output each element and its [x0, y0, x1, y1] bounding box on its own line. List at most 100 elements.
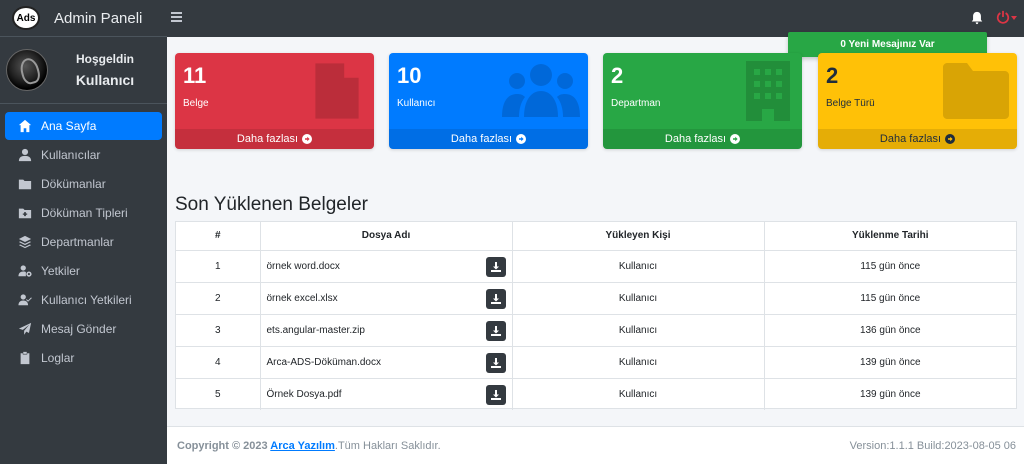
row-number: 3: [176, 314, 261, 347]
table-row: 1 örnek word.docx Kullanıcı 115 gün önce: [176, 250, 1016, 283]
home-icon: [17, 119, 33, 133]
download-icon: [490, 357, 501, 368]
sidebar-item-label: Dökümanlar: [41, 177, 106, 191]
folder-plus-icon: [17, 206, 33, 220]
brand-link[interactable]: Ads Admin Paneli: [0, 0, 167, 37]
file-name: ets.angular-master.zip: [266, 324, 365, 336]
upload-date: 115 gün önce: [764, 282, 1016, 315]
sidebar-item-kullanicilar[interactable]: Kullanıcılar: [5, 141, 162, 169]
file-name-cell: örnek excel.xlsx: [260, 282, 513, 315]
file-name: Arca-ADS-Döküman.docx: [266, 356, 381, 368]
file-name: örnek excel.xlsx: [266, 292, 338, 304]
download-icon: [490, 261, 501, 272]
sidebar-item-loglar[interactable]: Loglar: [5, 344, 162, 372]
sidebar-item-label: Yetkiler: [41, 264, 80, 278]
download-button[interactable]: [485, 384, 506, 405]
upload-date: 136 gün önce: [764, 314, 1016, 347]
row-number: 4: [176, 346, 261, 379]
sidebar-nav: Ana Sayfa Kullanıcılar Dökümanlar Döküma…: [0, 112, 167, 372]
company-link[interactable]: Arca Yazılım: [270, 440, 335, 452]
table-header-row: # Dosya Adı Yükleyen Kişi Yüklenme Tarih…: [176, 222, 1016, 251]
user-greeting: Hoşgeldin: [75, 52, 134, 66]
arrow-circle-right-icon: [730, 134, 741, 144]
copyright-prefix: Copyright © 2023: [177, 440, 271, 452]
file-name-cell: örnek word.docx: [260, 250, 513, 283]
stat-box-kullanici: 10 Kullanıcı Daha fazlası: [389, 53, 588, 149]
sidebar-item-yetkiler[interactable]: Yetkiler: [5, 257, 162, 285]
more-link[interactable]: Daha fazlası: [175, 129, 374, 149]
row-number: 5: [176, 378, 261, 410]
sidebar-item-departmanlar[interactable]: Departmanlar: [5, 228, 162, 256]
download-button[interactable]: [485, 288, 506, 309]
dropdown-caret-icon[interactable]: [1011, 16, 1017, 20]
sidebar: Ads Admin Paneli Hoşgeldin Kullanıcı Ana…: [0, 0, 167, 464]
upload-date: 115 gün önce: [764, 250, 1016, 283]
stat-label: Departman: [611, 98, 661, 109]
stat-box-belge-turu: 2 Belge Türü Daha fazlası: [818, 53, 1017, 149]
stat-value: 10: [397, 63, 422, 88]
sidebar-item-mesaj-gonder[interactable]: Mesaj Gönder: [5, 315, 162, 343]
file-name: Örnek Dosya.pdf: [266, 388, 342, 400]
more-link-label: Daha fazlası: [236, 133, 299, 145]
column-header-uploader[interactable]: Yükleyen Kişi: [512, 222, 765, 251]
more-link-label: Daha fazlası: [450, 133, 513, 145]
sidebar-item-label: Ana Sayfa: [41, 119, 97, 133]
stat-value: 11: [183, 63, 207, 88]
download-button[interactable]: [485, 352, 506, 373]
users-cog-icon: [17, 264, 33, 278]
rights-text: .Tüm Hakları Saklıdır.: [334, 440, 441, 452]
version-info: Version:1.1.1 Build:2023-08-05 06: [849, 440, 1016, 452]
file-icon: [312, 61, 362, 121]
sidebar-item-ana-sayfa[interactable]: Ana Sayfa: [5, 112, 162, 140]
file-name-cell: Örnek Dosya.pdf: [260, 378, 513, 410]
stat-label: Belge: [183, 98, 209, 109]
hamburger-menu-icon[interactable]: [171, 12, 182, 22]
sidebar-item-label: Departmanlar: [41, 235, 114, 249]
page-footer: Copyright © 2023 Arca Yazılım.Tüm Haklar…: [167, 426, 1024, 464]
users-icon: [502, 61, 580, 121]
layers-icon: [17, 235, 33, 249]
arrow-circle-right-icon: [516, 134, 527, 144]
power-icon[interactable]: [996, 10, 1010, 24]
download-icon: [490, 325, 501, 336]
stat-box-belge: 11 Belge Daha fazlası: [175, 53, 374, 149]
sidebar-item-kullanici-yetkileri[interactable]: Kullanıcı Yetkileri: [5, 286, 162, 314]
table-row: 3 ets.angular-master.zip Kullanıcı 136 g…: [176, 314, 1016, 347]
download-button[interactable]: [485, 256, 506, 277]
column-header-file-name[interactable]: Dosya Adı: [260, 222, 513, 251]
uploader: Kullanıcı: [512, 282, 765, 315]
stat-value: 2: [611, 63, 624, 88]
copyright: Copyright © 2023 Arca Yazılım.Tüm Haklar…: [177, 440, 441, 452]
table-row: 4 Arca-ADS-Döküman.docx Kullanıcı 139 gü…: [176, 346, 1016, 379]
recent-documents-table: # Dosya Adı Yükleyen Kişi Yüklenme Tarih…: [175, 221, 1017, 410]
section-title: Son Yüklenen Belgeler: [175, 194, 368, 215]
user-icon: [17, 148, 33, 162]
sidebar-item-dokuman-tipleri[interactable]: Döküman Tipleri: [5, 199, 162, 227]
stat-box-departman: 2 Departman Daha fazlası: [603, 53, 802, 149]
arrow-circle-right-icon: [945, 134, 956, 144]
avatar[interactable]: [6, 49, 48, 91]
more-link[interactable]: Daha fazlası: [389, 129, 588, 149]
user-panel: Hoşgeldin Kullanıcı: [0, 37, 167, 104]
file-name: örnek word.docx: [266, 260, 340, 272]
column-header-upload-date[interactable]: Yüklenme Tarihi: [764, 222, 1016, 251]
stat-label: Kullanıcı: [397, 98, 436, 109]
user-name: Kullanıcı: [75, 72, 135, 88]
more-link-label: Daha fazlası: [879, 133, 942, 145]
file-name-cell: Arca-ADS-Döküman.docx: [260, 346, 513, 379]
uploader: Kullanıcı: [512, 314, 765, 347]
folder-icon: [17, 177, 33, 191]
folder-icon: [943, 61, 1009, 121]
download-button[interactable]: [485, 320, 506, 341]
more-link[interactable]: Daha fazlası: [818, 129, 1017, 149]
row-number: 2: [176, 282, 261, 315]
upload-date: 139 gün önce: [764, 346, 1016, 379]
bell-icon[interactable]: [970, 11, 984, 25]
uploader: Kullanıcı: [512, 346, 765, 379]
sidebar-item-label: Döküman Tipleri: [41, 206, 128, 220]
sidebar-item-dokumanlar[interactable]: Dökümanlar: [5, 170, 162, 198]
more-link[interactable]: Daha fazlası: [603, 129, 802, 149]
uploader: Kullanıcı: [512, 378, 765, 410]
column-header-no[interactable]: #: [176, 222, 261, 251]
sidebar-item-label: Kullanıcı Yetkileri: [41, 293, 132, 307]
